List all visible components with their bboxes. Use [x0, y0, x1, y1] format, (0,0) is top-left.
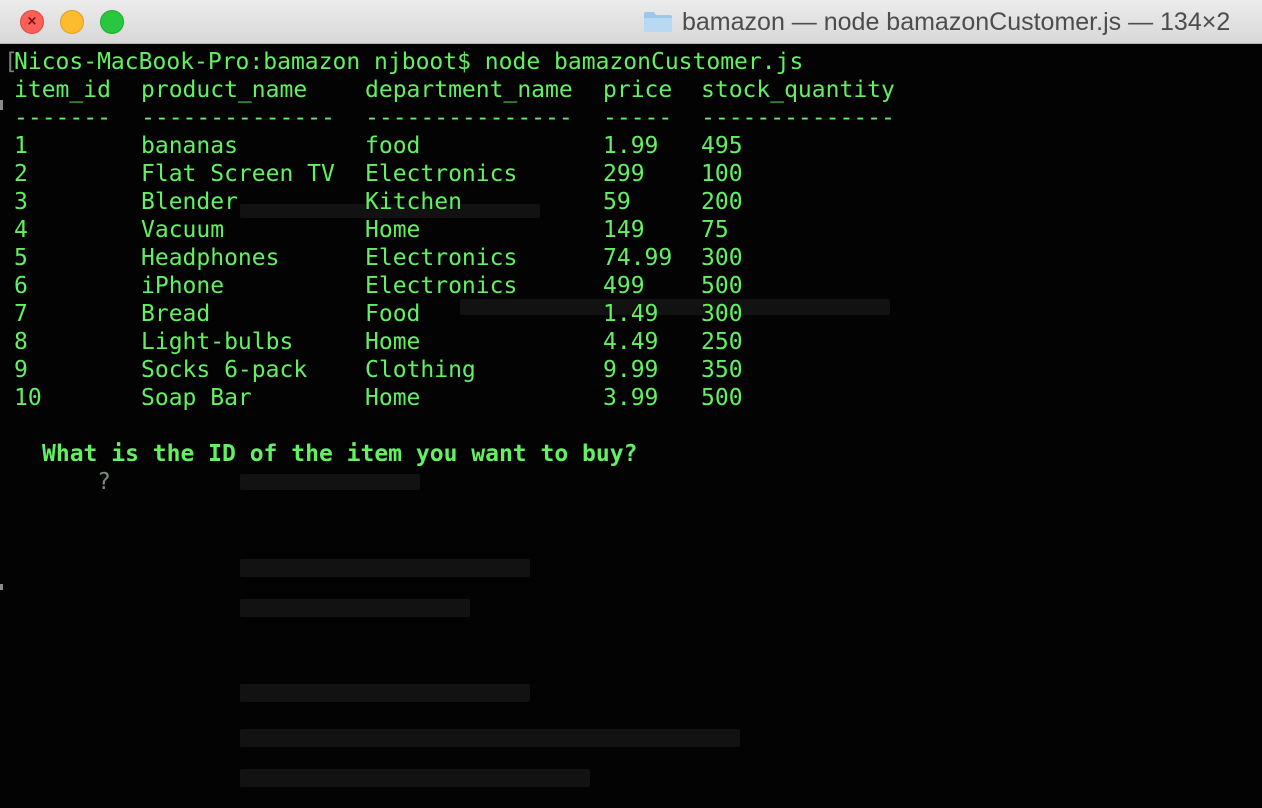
cell-product-name: Flat Screen TV [141, 161, 335, 187]
cell-department-name: Clothing [365, 357, 476, 383]
cell-product-name: Blender [141, 189, 238, 215]
inquirer-prompt-line[interactable]: ? What is the ID of the item you want to… [14, 440, 637, 495]
table-separator-row: ------- -------------- --------------- -… [14, 104, 895, 132]
cell-department-name: Home [365, 385, 421, 411]
cell-product-name: Bread [141, 301, 211, 327]
terminal-window: × bamazon — node bamazonCustomer.js — 13… [0, 0, 1262, 808]
cell-department-name: Electronics [365, 245, 518, 271]
ghost-text [240, 474, 420, 490]
cell-department-name: Kitchen [365, 189, 462, 215]
cell-price: 499 [603, 273, 645, 299]
cell-stock-quantity: 495 [701, 133, 743, 159]
title-bar[interactable]: × bamazon — node bamazonCustomer.js — 13… [0, 0, 1262, 44]
cell-stock-quantity: 500 [701, 273, 743, 299]
ghost-text [240, 684, 530, 702]
prompt-question: What is the ID of the item you want to b… [42, 441, 638, 467]
cell-stock-quantity: 300 [701, 245, 743, 271]
table-row: 3 Blender Kitchen 59 200 [14, 188, 743, 216]
header-price: price [603, 77, 673, 103]
cell-item-id: 5 [14, 245, 28, 271]
zoom-button[interactable] [100, 10, 124, 34]
cell-department-name: Electronics [365, 161, 518, 187]
cell-product-name: Headphones [141, 245, 280, 271]
header-product-name: product_name [141, 77, 308, 103]
header-item-id: item_id [14, 77, 111, 103]
cell-item-id: 7 [14, 301, 28, 327]
close-icon: × [26, 14, 38, 29]
cell-item-id: 4 [14, 217, 28, 243]
cell-department-name: Home [365, 217, 421, 243]
cell-product-name: bananas [141, 133, 238, 159]
cell-department-name: Food [365, 301, 421, 327]
ghost-text [240, 599, 470, 617]
cell-stock-quantity: 200 [701, 189, 743, 215]
window-title: bamazon — node bamazonCustomer.js — 134×… [682, 8, 1231, 36]
ghost-text [240, 769, 590, 787]
cell-product-name: iPhone [141, 273, 225, 299]
cell-price: 149 [603, 217, 645, 243]
window-edge-mark [0, 100, 3, 110]
table-row: 8 Light-bulbs Home 4.49 250 [14, 328, 743, 356]
separator: ----- [603, 105, 673, 131]
cell-item-id: 9 [14, 357, 28, 383]
table-row: 1 bananas food 1.99 495 [14, 132, 743, 160]
separator: ------- [14, 105, 111, 131]
terminal-content[interactable]: [ Nicos-MacBook-Pro:bamazon njboot$ node… [0, 44, 1262, 808]
table-row: 7 Bread Food 1.49 300 [14, 300, 743, 328]
cell-stock-quantity: 300 [701, 301, 743, 327]
table-row: 2 Flat Screen TV Electronics 299 100 [14, 160, 743, 188]
cell-price: 74.99 [603, 245, 673, 271]
cell-stock-quantity: 75 [701, 217, 729, 243]
cell-price: 9.99 [603, 357, 659, 383]
window-edge-mark [0, 584, 3, 590]
cell-price: 59 [603, 189, 631, 215]
question-mark-icon: ? [97, 469, 111, 495]
cell-price: 1.99 [603, 133, 659, 159]
close-button[interactable]: × [20, 10, 44, 34]
cell-price: 299 [603, 161, 645, 187]
cell-stock-quantity: 250 [701, 329, 743, 355]
separator: -------------- [141, 105, 335, 131]
ghost-text [240, 729, 740, 747]
cell-item-id: 10 [14, 385, 42, 411]
cell-product-name: Light-bulbs [141, 329, 294, 355]
folder-icon [644, 12, 672, 32]
cell-price: 1.49 [603, 301, 659, 327]
cell-product-name: Socks 6-pack [141, 357, 308, 383]
table-row: 9 Socks 6-pack Clothing 9.99 350 [14, 356, 743, 384]
table-row: 10 Soap Bar Home 3.99 500 [14, 384, 743, 412]
header-stock-quantity: stock_quantity [701, 77, 895, 103]
cell-stock-quantity: 500 [701, 385, 743, 411]
cell-product-name: Soap Bar [141, 385, 252, 411]
minimize-button[interactable] [60, 10, 84, 34]
cell-product-name: Vacuum [141, 217, 225, 243]
cell-stock-quantity: 100 [701, 161, 743, 187]
cell-item-id: 2 [14, 161, 28, 187]
separator: -------------- [701, 105, 895, 131]
ghost-text [460, 299, 890, 315]
cell-item-id: 8 [14, 329, 28, 355]
table-header-row: item_id product_name department_name pri… [14, 76, 895, 104]
shell-prompt-line: Nicos-MacBook-Pro:bamazon njboot$ node b… [14, 49, 804, 75]
cell-price: 3.99 [603, 385, 659, 411]
cell-item-id: 6 [14, 273, 28, 299]
table-row: 6 iPhone Electronics 499 500 [14, 272, 743, 300]
cell-stock-quantity: 350 [701, 357, 743, 383]
ghost-text [240, 559, 530, 577]
header-department-name: department_name [365, 77, 573, 103]
cell-price: 4.49 [603, 329, 659, 355]
separator: --------------- [365, 105, 573, 131]
cell-department-name: food [365, 133, 421, 159]
cell-department-name: Home [365, 329, 421, 355]
table-row: 4 Vacuum Home 149 75 [14, 216, 729, 244]
cell-item-id: 3 [14, 189, 28, 215]
cell-department-name: Electronics [365, 273, 518, 299]
table-row: 5 Headphones Electronics 74.99 300 [14, 244, 743, 272]
cell-item-id: 1 [14, 133, 28, 159]
